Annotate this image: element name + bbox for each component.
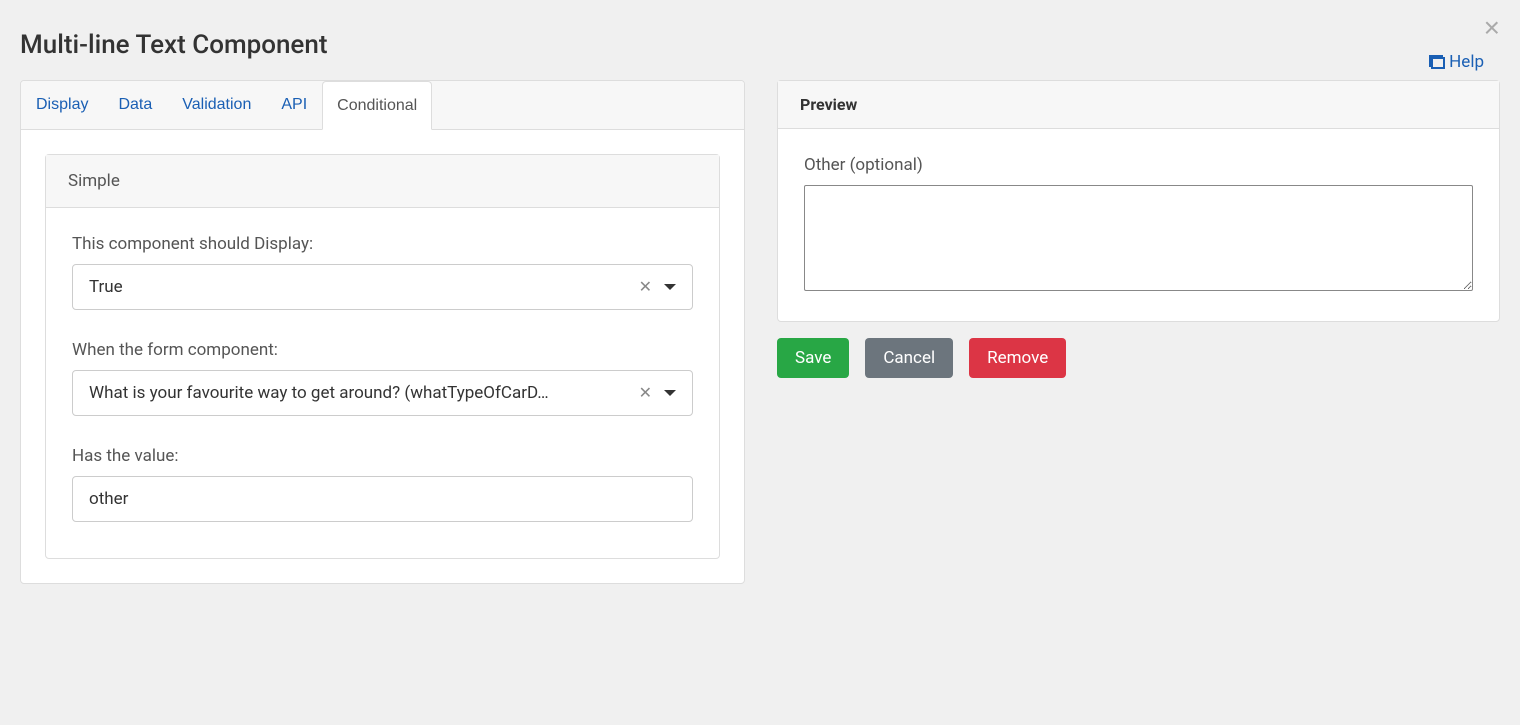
when-label: When the form component: [72, 340, 693, 360]
settings-panel: Display Data Validation API Conditional … [20, 80, 745, 584]
tab-validation[interactable]: Validation [167, 81, 266, 129]
when-form-group: When the form component: What is your fa… [72, 340, 693, 416]
restore-windows-icon [1429, 55, 1445, 69]
simple-conditional-card: Simple This component should Display: Tr… [45, 154, 720, 559]
tabs-nav: Display Data Validation API Conditional [21, 81, 744, 130]
remove-button[interactable]: Remove [969, 338, 1066, 378]
preview-field-label: Other (optional) [804, 155, 1473, 175]
display-select[interactable]: True ✕ [72, 264, 693, 310]
preview-card: Preview Other (optional) [777, 80, 1500, 322]
component-settings-modal: × Multi-line Text Component Help Display… [0, 0, 1520, 725]
chevron-down-icon [664, 284, 676, 290]
value-form-group: Has the value: [72, 446, 693, 522]
display-label: This component should Display: [72, 234, 693, 254]
preview-header: Preview [778, 81, 1499, 129]
tab-conditional[interactable]: Conditional [322, 81, 432, 130]
tab-data[interactable]: Data [103, 81, 167, 129]
help-label: Help [1449, 52, 1484, 72]
clear-x-icon: ✕ [639, 279, 652, 296]
card-header: Simple [46, 155, 719, 208]
tab-content: Simple This component should Display: Tr… [21, 130, 744, 583]
when-clear-button[interactable]: ✕ [639, 383, 652, 403]
help-link[interactable]: Help [1429, 52, 1484, 72]
cancel-button[interactable]: Cancel [865, 338, 953, 378]
preview-textarea[interactable] [804, 185, 1473, 291]
button-row: Save Cancel Remove [777, 338, 1500, 378]
when-select[interactable]: What is your favourite way to get around… [72, 370, 693, 416]
tab-api[interactable]: API [266, 81, 322, 129]
modal-title: Multi-line Text Component [20, 30, 1500, 60]
chevron-down-icon [664, 390, 676, 396]
content-row: Display Data Validation API Conditional … [0, 80, 1520, 604]
display-form-group: This component should Display: True ✕ [72, 234, 693, 310]
clear-x-icon: ✕ [639, 385, 652, 402]
value-label: Has the value: [72, 446, 693, 466]
save-button[interactable]: Save [777, 338, 849, 378]
modal-header: Multi-line Text Component Help [0, 0, 1520, 80]
card-body: This component should Display: True ✕ Wh… [46, 208, 719, 558]
value-input[interactable] [72, 476, 693, 522]
display-clear-button[interactable]: ✕ [639, 277, 652, 297]
tab-display[interactable]: Display [21, 81, 103, 129]
when-select-value: What is your favourite way to get around… [89, 383, 639, 403]
preview-body: Other (optional) [778, 129, 1499, 321]
display-select-value: True [89, 277, 639, 297]
preview-panel: Preview Other (optional) Save Cancel Rem… [777, 80, 1500, 584]
